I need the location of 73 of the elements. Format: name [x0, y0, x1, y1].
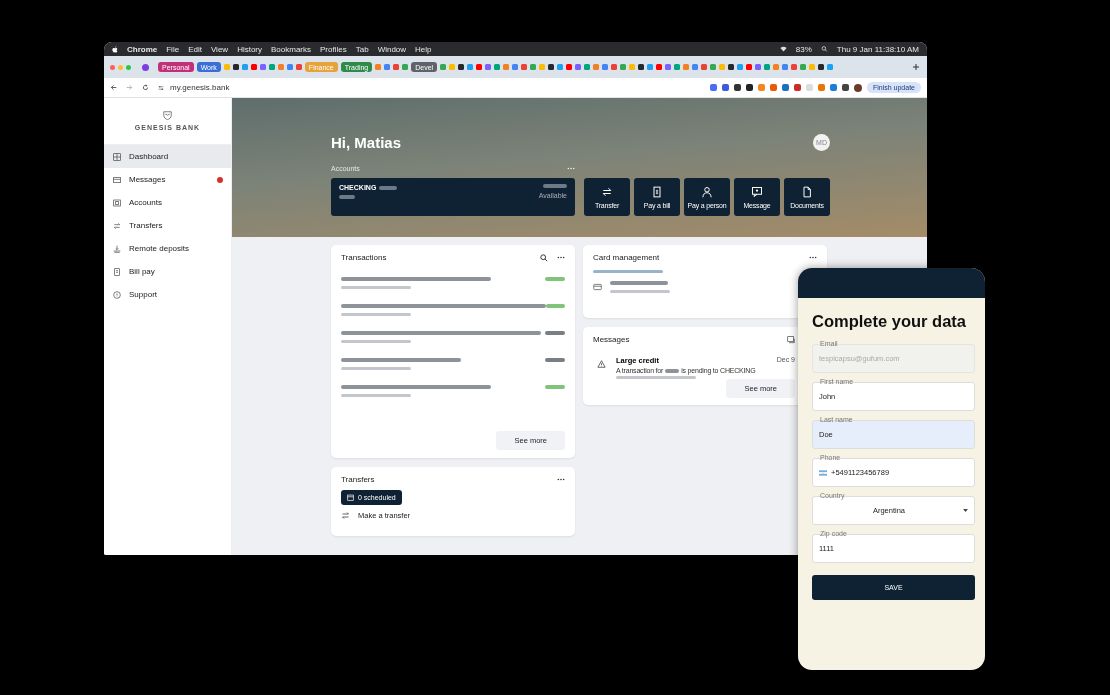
person-icon: [701, 185, 713, 198]
menu-item[interactable]: Help: [415, 44, 432, 54]
menu-item[interactable]: Edit: [188, 44, 202, 54]
menu-item[interactable]: Window: [377, 44, 407, 54]
menu-item[interactable]: Chrome: [127, 44, 158, 54]
blurred-text: [610, 290, 670, 293]
nav-item[interactable]: Dashboard: [104, 145, 231, 168]
blurred-text: [379, 185, 398, 190]
blurred-text: [341, 340, 411, 343]
greeting: Hi, Matias: [331, 134, 402, 151]
blurred-text: [341, 394, 411, 397]
chat-icon[interactable]: [787, 335, 795, 344]
blurred-text: [341, 313, 411, 316]
blurred-text: [341, 286, 411, 289]
menu-item[interactable]: Bookmarks: [271, 44, 312, 54]
warning-icon: [597, 360, 606, 368]
chat-icon: [751, 185, 763, 198]
menu-item[interactable]: View: [210, 44, 229, 54]
blurred-text: [665, 368, 680, 373]
clock: Thu 9 Jan 11:38:10 AM: [836, 44, 919, 54]
blurred-text: [610, 281, 668, 285]
battery-level: 83%: [795, 44, 812, 54]
form-title: Complete your data: [812, 312, 968, 331]
nav-item[interactable]: Support: [104, 283, 231, 306]
nav-item[interactable]: Remote deposits: [104, 237, 231, 260]
more-icon[interactable]: [809, 256, 817, 259]
blurred-text: [341, 367, 411, 370]
reload-icon[interactable]: [142, 84, 149, 91]
search-icon[interactable]: [820, 46, 828, 52]
menu-item[interactable]: Profiles: [320, 44, 347, 54]
credit-card-icon: [593, 283, 602, 291]
card-title: Messages: [593, 335, 631, 344]
back-icon[interactable]: [110, 84, 117, 91]
nav-item[interactable]: Transfers: [104, 214, 231, 237]
new-tab-button[interactable]: [911, 62, 921, 72]
arrows-icon: [601, 185, 613, 198]
envelope-icon: [113, 175, 121, 184]
caret-icon: [963, 509, 968, 512]
address-field[interactable]: my.genesis.bank: [158, 80, 705, 95]
nav-item[interactable]: Messages: [104, 168, 231, 191]
blurred-text: [543, 184, 567, 188]
arrows-icon: [341, 511, 350, 520]
help-icon: [113, 290, 121, 299]
receipt-icon: [651, 185, 663, 198]
document-icon: [113, 267, 121, 276]
menu-item[interactable]: Tab: [355, 44, 369, 54]
card-title: Card management: [593, 253, 661, 262]
shield-logo-icon: [163, 111, 172, 120]
calendar-icon: [347, 494, 354, 501]
arrows-icon: [113, 221, 121, 230]
card-icon: [113, 198, 121, 207]
more-icon[interactable]: [557, 478, 565, 481]
nav-item[interactable]: Accounts: [104, 191, 231, 214]
document-icon: [801, 185, 813, 198]
profile-avatar[interactable]: [853, 83, 862, 92]
wifi-icon[interactable]: [779, 46, 787, 52]
search-icon[interactable]: [540, 253, 548, 262]
window-controls-icon[interactable]: [110, 64, 131, 70]
menu-item[interactable]: File: [166, 44, 180, 54]
menu-item[interactable]: History: [237, 44, 262, 54]
blurred-text: [339, 195, 355, 199]
tray-icon: [113, 244, 121, 253]
more-icon[interactable]: [557, 256, 565, 259]
profile-icon[interactable]: [142, 63, 149, 71]
blurred-text: [593, 270, 663, 273]
card-title: Transactions: [341, 253, 388, 262]
card-title: Transfers: [341, 475, 376, 484]
grid-icon: [113, 152, 121, 161]
apple-icon[interactable]: [112, 45, 118, 53]
forward-icon[interactable]: [126, 84, 133, 91]
nav-item[interactable]: Bill pay: [104, 260, 231, 283]
site-settings-icon[interactable]: [158, 84, 164, 91]
flag-icon[interactable]: [819, 469, 827, 476]
